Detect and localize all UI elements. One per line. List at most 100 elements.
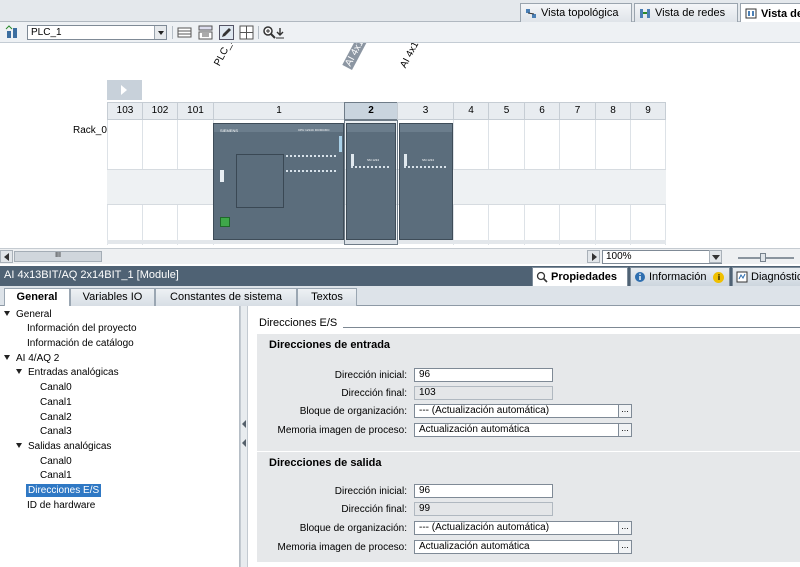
- inspector-subtab-bar: General Variables IO Constantes de siste…: [0, 286, 800, 307]
- device-canvas[interactable]: PLC_1 AI 4x13BI AI 4x13Bi Rack_0 103 102…: [0, 43, 800, 248]
- module-label-ai[interactable]: AI 4x13Bi: [398, 43, 428, 70]
- input-end-label: Dirección final:: [341, 388, 407, 399]
- tree-item-analog-outputs[interactable]: Salidas analógicas: [16, 440, 111, 453]
- slot-header: 1: [213, 102, 345, 120]
- tree-item-input-channel-2[interactable]: Canal2: [40, 411, 72, 424]
- properties-icon: [536, 271, 548, 283]
- expand-rack-button[interactable]: [107, 80, 142, 100]
- slot-header: 3: [397, 102, 454, 120]
- output-process-image-field[interactable]: Actualización automática: [414, 540, 619, 554]
- expand-triangle-icon[interactable]: [16, 443, 22, 448]
- tree-item-input-channel-0[interactable]: Canal0: [40, 381, 72, 394]
- tree-item-project-info[interactable]: Información del proyecto: [27, 322, 137, 335]
- slot-header: 102: [142, 102, 178, 120]
- collapse-arrow-icon[interactable]: [242, 439, 246, 447]
- grid-icon[interactable]: [239, 25, 254, 40]
- ai-module[interactable]: SM 1234: [399, 123, 453, 240]
- expand-triangle-icon[interactable]: [4, 311, 10, 316]
- tab-information[interactable]: Información i: [630, 267, 730, 286]
- status-leds: [220, 170, 224, 182]
- collapse-arrow-icon[interactable]: [242, 420, 246, 428]
- slot-header: 101: [177, 102, 214, 120]
- chevron-down-icon[interactable]: [709, 250, 722, 263]
- scroll-right-button[interactable]: [587, 250, 600, 263]
- scroll-thumb[interactable]: III: [14, 251, 102, 262]
- slot-header: 103: [107, 102, 143, 120]
- diagnostics-icon: [736, 271, 748, 283]
- input-start-label: Dirección inicial:: [334, 370, 407, 381]
- cpu-module[interactable]: SIEMENS CPU 1214C DC/DC/DC: [213, 123, 344, 240]
- tree-item-output-channel-0[interactable]: Canal0: [40, 455, 72, 468]
- tree-item-general[interactable]: General: [4, 308, 52, 321]
- zoom-select[interactable]: 100%: [602, 250, 722, 264]
- slot-header: 8: [595, 102, 631, 120]
- input-start-address-field[interactable]: 96: [414, 368, 553, 382]
- device-select[interactable]: PLC_1: [27, 25, 167, 40]
- expand-triangle-icon[interactable]: [4, 355, 10, 360]
- output-addresses-group: Direcciones de salida Dirección inicial:…: [257, 452, 800, 562]
- edit-icon[interactable]: [219, 25, 234, 40]
- tab-topology-label: Vista topológica: [541, 7, 619, 19]
- input-ob-field[interactable]: --- (Actualización automática): [414, 404, 619, 418]
- tree-item-ai-module[interactable]: AI 4/AQ 2: [4, 352, 59, 365]
- zoom-slider-handle[interactable]: [760, 253, 766, 262]
- chevron-down-icon[interactable]: [154, 26, 166, 39]
- tree-item-input-channel-1[interactable]: Canal1: [40, 396, 72, 409]
- tree-item-hardware-id[interactable]: ID de hardware: [27, 499, 95, 512]
- tree-item-label: Entradas analógicas: [28, 367, 119, 378]
- ai-module-text: SM 1234: [367, 158, 380, 162]
- output-pi-browse-button[interactable]: ...: [618, 540, 632, 554]
- tree-item-catalog-info[interactable]: Información de catálogo: [27, 337, 134, 350]
- output-ob-browse-button[interactable]: ...: [618, 521, 632, 535]
- output-start-address-field[interactable]: 96: [414, 484, 553, 498]
- zoom-slider[interactable]: [738, 253, 794, 262]
- subtab-texts[interactable]: Textos: [297, 288, 357, 306]
- zoom-value: 100%: [606, 251, 632, 262]
- module-label-ai-selected[interactable]: AI 4x13BI: [342, 43, 375, 70]
- tree-item-input-channel-3[interactable]: Canal3: [40, 425, 72, 438]
- slot-header-selected: 2: [344, 102, 398, 120]
- network-device-icon[interactable]: [5, 25, 20, 40]
- tab-properties-label: Propiedades: [551, 271, 618, 283]
- toolbar-separator: [258, 26, 259, 39]
- table-view-icon[interactable]: [177, 25, 192, 40]
- download-arrow-icon[interactable]: [275, 25, 285, 40]
- tree-item-io-addresses[interactable]: Direcciones E/S: [26, 484, 102, 497]
- module-title: AI 4x13BIT/AQ 2x14BIT_1 [Module]: [4, 269, 179, 281]
- tab-properties[interactable]: Propiedades: [532, 267, 628, 286]
- input-pi-browse-button[interactable]: ...: [618, 423, 632, 437]
- panel-splitter[interactable]: [240, 306, 248, 567]
- input-addresses-title: Direcciones de entrada: [269, 339, 391, 351]
- tree-item-analog-inputs[interactable]: Entradas analógicas: [16, 366, 119, 379]
- tree-item-output-channel-1[interactable]: Canal1: [40, 469, 72, 482]
- subtab-io-variables[interactable]: Variables IO: [70, 288, 155, 306]
- io-led-row: [351, 166, 391, 168]
- subtab-system-constants[interactable]: Constantes de sistema: [155, 288, 297, 306]
- tab-network-view[interactable]: Vista de redes: [634, 3, 738, 22]
- properties-detail: Direcciones E/S Direcciones de entrada D…: [251, 306, 800, 567]
- tab-topology-view[interactable]: Vista topológica: [520, 3, 632, 22]
- subtab-general[interactable]: General: [4, 288, 70, 307]
- device-overview-icon[interactable]: [198, 25, 213, 40]
- scroll-left-button[interactable]: [0, 250, 13, 263]
- slot-header: 7: [559, 102, 596, 120]
- output-end-address-field: 99: [414, 502, 553, 516]
- ai-module-selected[interactable]: SM 1234: [346, 123, 396, 240]
- input-process-image-field[interactable]: Actualización automática: [414, 423, 619, 437]
- input-ob-browse-button[interactable]: ...: [618, 404, 632, 418]
- output-ob-field[interactable]: --- (Actualización automática): [414, 521, 619, 535]
- io-led-row: [404, 166, 448, 168]
- toolbar-separator: [172, 26, 173, 39]
- device-icon: [745, 8, 757, 19]
- cpu-brand: SIEMENS: [220, 128, 239, 133]
- canvas-horizontal-scrollbar[interactable]: III 100%: [0, 248, 800, 264]
- ethernet-port: [220, 217, 230, 227]
- tab-device-view[interactable]: Vista de: [740, 3, 800, 23]
- expand-triangle-icon[interactable]: [16, 369, 22, 374]
- tab-diagnostics[interactable]: Diagnóstic: [732, 267, 800, 286]
- tree-item-label: Salidas analógicas: [28, 441, 112, 452]
- view-tab-bar: Vista topológica Vista de redes Vista de: [0, 0, 800, 23]
- section-divider: [343, 327, 800, 328]
- output-start-label: Dirección inicial:: [334, 486, 407, 497]
- module-label-plc[interactable]: PLC_1: [212, 43, 236, 68]
